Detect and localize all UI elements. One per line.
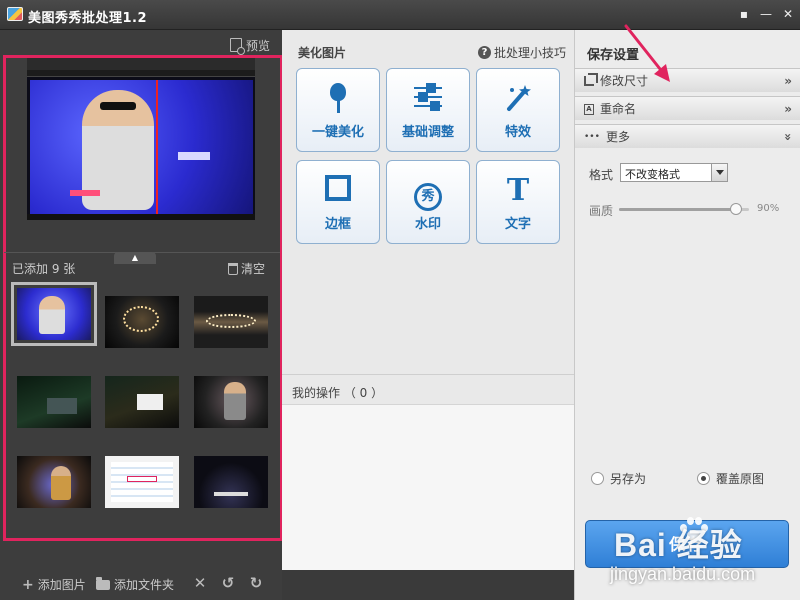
help-icon: ? xyxy=(478,46,491,59)
thumbnail-6[interactable] xyxy=(194,376,268,428)
thumbnail-2[interactable] xyxy=(105,296,179,348)
watermark-url: jingyan.baidu.com xyxy=(610,564,756,584)
clear-label: 清空 xyxy=(241,262,266,276)
clear-button[interactable]: 清空 xyxy=(228,260,265,277)
magic-wand-icon xyxy=(477,83,559,115)
added-count: 已添加 9 张 xyxy=(12,262,76,276)
tulip-icon xyxy=(327,83,349,113)
baidu-jingyan-watermark: Bai 经验 jingyan.baidu.com xyxy=(600,514,800,600)
preview-browser-bar xyxy=(27,58,255,70)
thumbnail-9[interactable] xyxy=(194,456,268,508)
preview-red-line xyxy=(156,80,158,214)
format-value: 不改变格式 xyxy=(625,168,680,181)
quality-value: 90% xyxy=(757,203,780,214)
thumbnail-8[interactable] xyxy=(105,456,179,508)
quality-slider-thumb[interactable] xyxy=(730,203,742,215)
quality-label: 画质 xyxy=(589,204,614,218)
overwrite-option[interactable]: 覆盖原图 xyxy=(697,470,764,487)
more-label: 更多 xyxy=(605,130,630,144)
preview-stage xyxy=(30,80,253,214)
beautify-panel: 美化图片 ? 批处理小技巧 一键美化 基础调整 特效 边框 秀 水印 T 文字 … xyxy=(282,30,574,570)
preview-address-bar xyxy=(27,70,255,77)
app-logo-icon xyxy=(7,7,23,21)
tips-link[interactable]: ? 批处理小技巧 xyxy=(478,44,566,61)
tool-label: 基础调整 xyxy=(401,125,454,140)
operations-divider xyxy=(282,374,574,375)
image-list-panel: 预览 ▲ 已添加 9 张 清空 + 添加图片 添加文件夹 ✕ ↺ ↻ xyxy=(0,30,283,600)
overwrite-label: 覆盖原图 xyxy=(716,472,765,486)
text-icon: T xyxy=(506,173,530,208)
trash-icon xyxy=(228,262,238,275)
annotation-arrow-icon xyxy=(624,24,670,82)
rename-icon: A xyxy=(584,103,594,115)
preview-bottom-bar xyxy=(27,214,255,220)
resize-section[interactable]: 修改尺寸 » xyxy=(575,68,800,92)
window-title: 美图秀秀批处理1.2 xyxy=(28,11,148,26)
thumbnail-1[interactable] xyxy=(11,282,97,346)
chevron-down-icon[interactable] xyxy=(711,164,727,181)
operations-label: 我的操作 （ 0 ） xyxy=(292,386,384,400)
add-folder-button[interactable]: 添加文件夹 xyxy=(96,576,174,593)
plus-icon: + xyxy=(22,576,34,593)
tool-label: 文字 xyxy=(504,217,531,232)
save-as-option[interactable]: 另存为 xyxy=(591,470,646,487)
rotate-left-icon[interactable]: ↺ xyxy=(219,574,237,592)
rename-section[interactable]: A 重命名 » xyxy=(575,96,800,120)
preview-pink-caption xyxy=(70,190,100,196)
tool-label: 一键美化 xyxy=(311,125,364,140)
preview-button[interactable]: 预览 xyxy=(230,36,271,55)
watermark-logo: Bai 经验 xyxy=(614,527,743,563)
beautify-title: 美化图片 xyxy=(298,46,347,60)
add-image-button[interactable]: + 添加图片 xyxy=(22,576,86,593)
add-folder-label: 添加文件夹 xyxy=(114,578,175,592)
close-button[interactable]: ✕ xyxy=(778,5,798,23)
expand-chevron-icon: » xyxy=(784,73,792,88)
folder-icon xyxy=(96,576,110,590)
watermark-button[interactable]: 秀 水印 xyxy=(386,160,470,244)
format-select[interactable]: 不改变格式 xyxy=(620,163,728,182)
more-section[interactable]: ••• 更多 » xyxy=(575,124,800,148)
thumbnail-5[interactable] xyxy=(105,376,179,428)
thumbnail-3[interactable] xyxy=(194,296,268,348)
save-as-radio[interactable] xyxy=(591,472,604,485)
quality-slider[interactable] xyxy=(619,203,749,215)
quality-slider-fill xyxy=(619,208,736,211)
text-button[interactable]: T 文字 xyxy=(476,160,560,244)
magnifier-doc-icon xyxy=(230,38,245,55)
tool-label: 特效 xyxy=(504,125,531,140)
close-icon[interactable]: ✕ xyxy=(191,574,209,592)
rename-label: 重命名 xyxy=(600,102,637,116)
frame-icon xyxy=(325,175,351,201)
one-click-beautify-button[interactable]: 一键美化 xyxy=(296,68,380,152)
left-toolbar: + 添加图片 添加文件夹 ✕ ↺ ↻ xyxy=(0,542,282,600)
expand-chevron-icon: » xyxy=(784,101,792,116)
more-icon: ••• xyxy=(584,131,600,142)
format-label: 格式 xyxy=(589,168,614,182)
rotate-right-icon[interactable]: ↻ xyxy=(247,574,265,592)
overwrite-radio[interactable] xyxy=(697,472,710,485)
collapse-chevron-icon: » xyxy=(781,132,796,141)
collapse-preview-button[interactable]: ▲ xyxy=(114,252,156,264)
seal-icon: 秀 xyxy=(414,183,442,211)
crop-icon xyxy=(584,72,598,86)
operations-list xyxy=(282,404,574,570)
preview-label: 预览 xyxy=(246,38,271,53)
preview-glasses xyxy=(100,102,136,110)
add-image-label: 添加图片 xyxy=(37,578,86,592)
tool-label: 边框 xyxy=(324,217,351,232)
frame-button[interactable]: 边框 xyxy=(296,160,380,244)
effects-button[interactable]: 特效 xyxy=(476,68,560,152)
title-bar: 美图秀秀批处理1.2 ▪ — ✕ xyxy=(0,0,800,30)
sliders-icon xyxy=(414,83,442,111)
skin-button[interactable]: ▪ xyxy=(734,5,754,23)
save-as-label: 另存为 xyxy=(610,472,647,486)
tool-label: 水印 xyxy=(414,217,441,232)
tips-label: 批处理小技巧 xyxy=(494,46,567,60)
basic-adjust-button[interactable]: 基础调整 xyxy=(386,68,470,152)
thumbnail-4[interactable] xyxy=(17,376,91,428)
thumbnail-7[interactable] xyxy=(17,456,91,508)
preview-caption xyxy=(178,152,210,160)
main-preview-image xyxy=(27,58,255,220)
minimize-button[interactable]: — xyxy=(756,5,776,23)
